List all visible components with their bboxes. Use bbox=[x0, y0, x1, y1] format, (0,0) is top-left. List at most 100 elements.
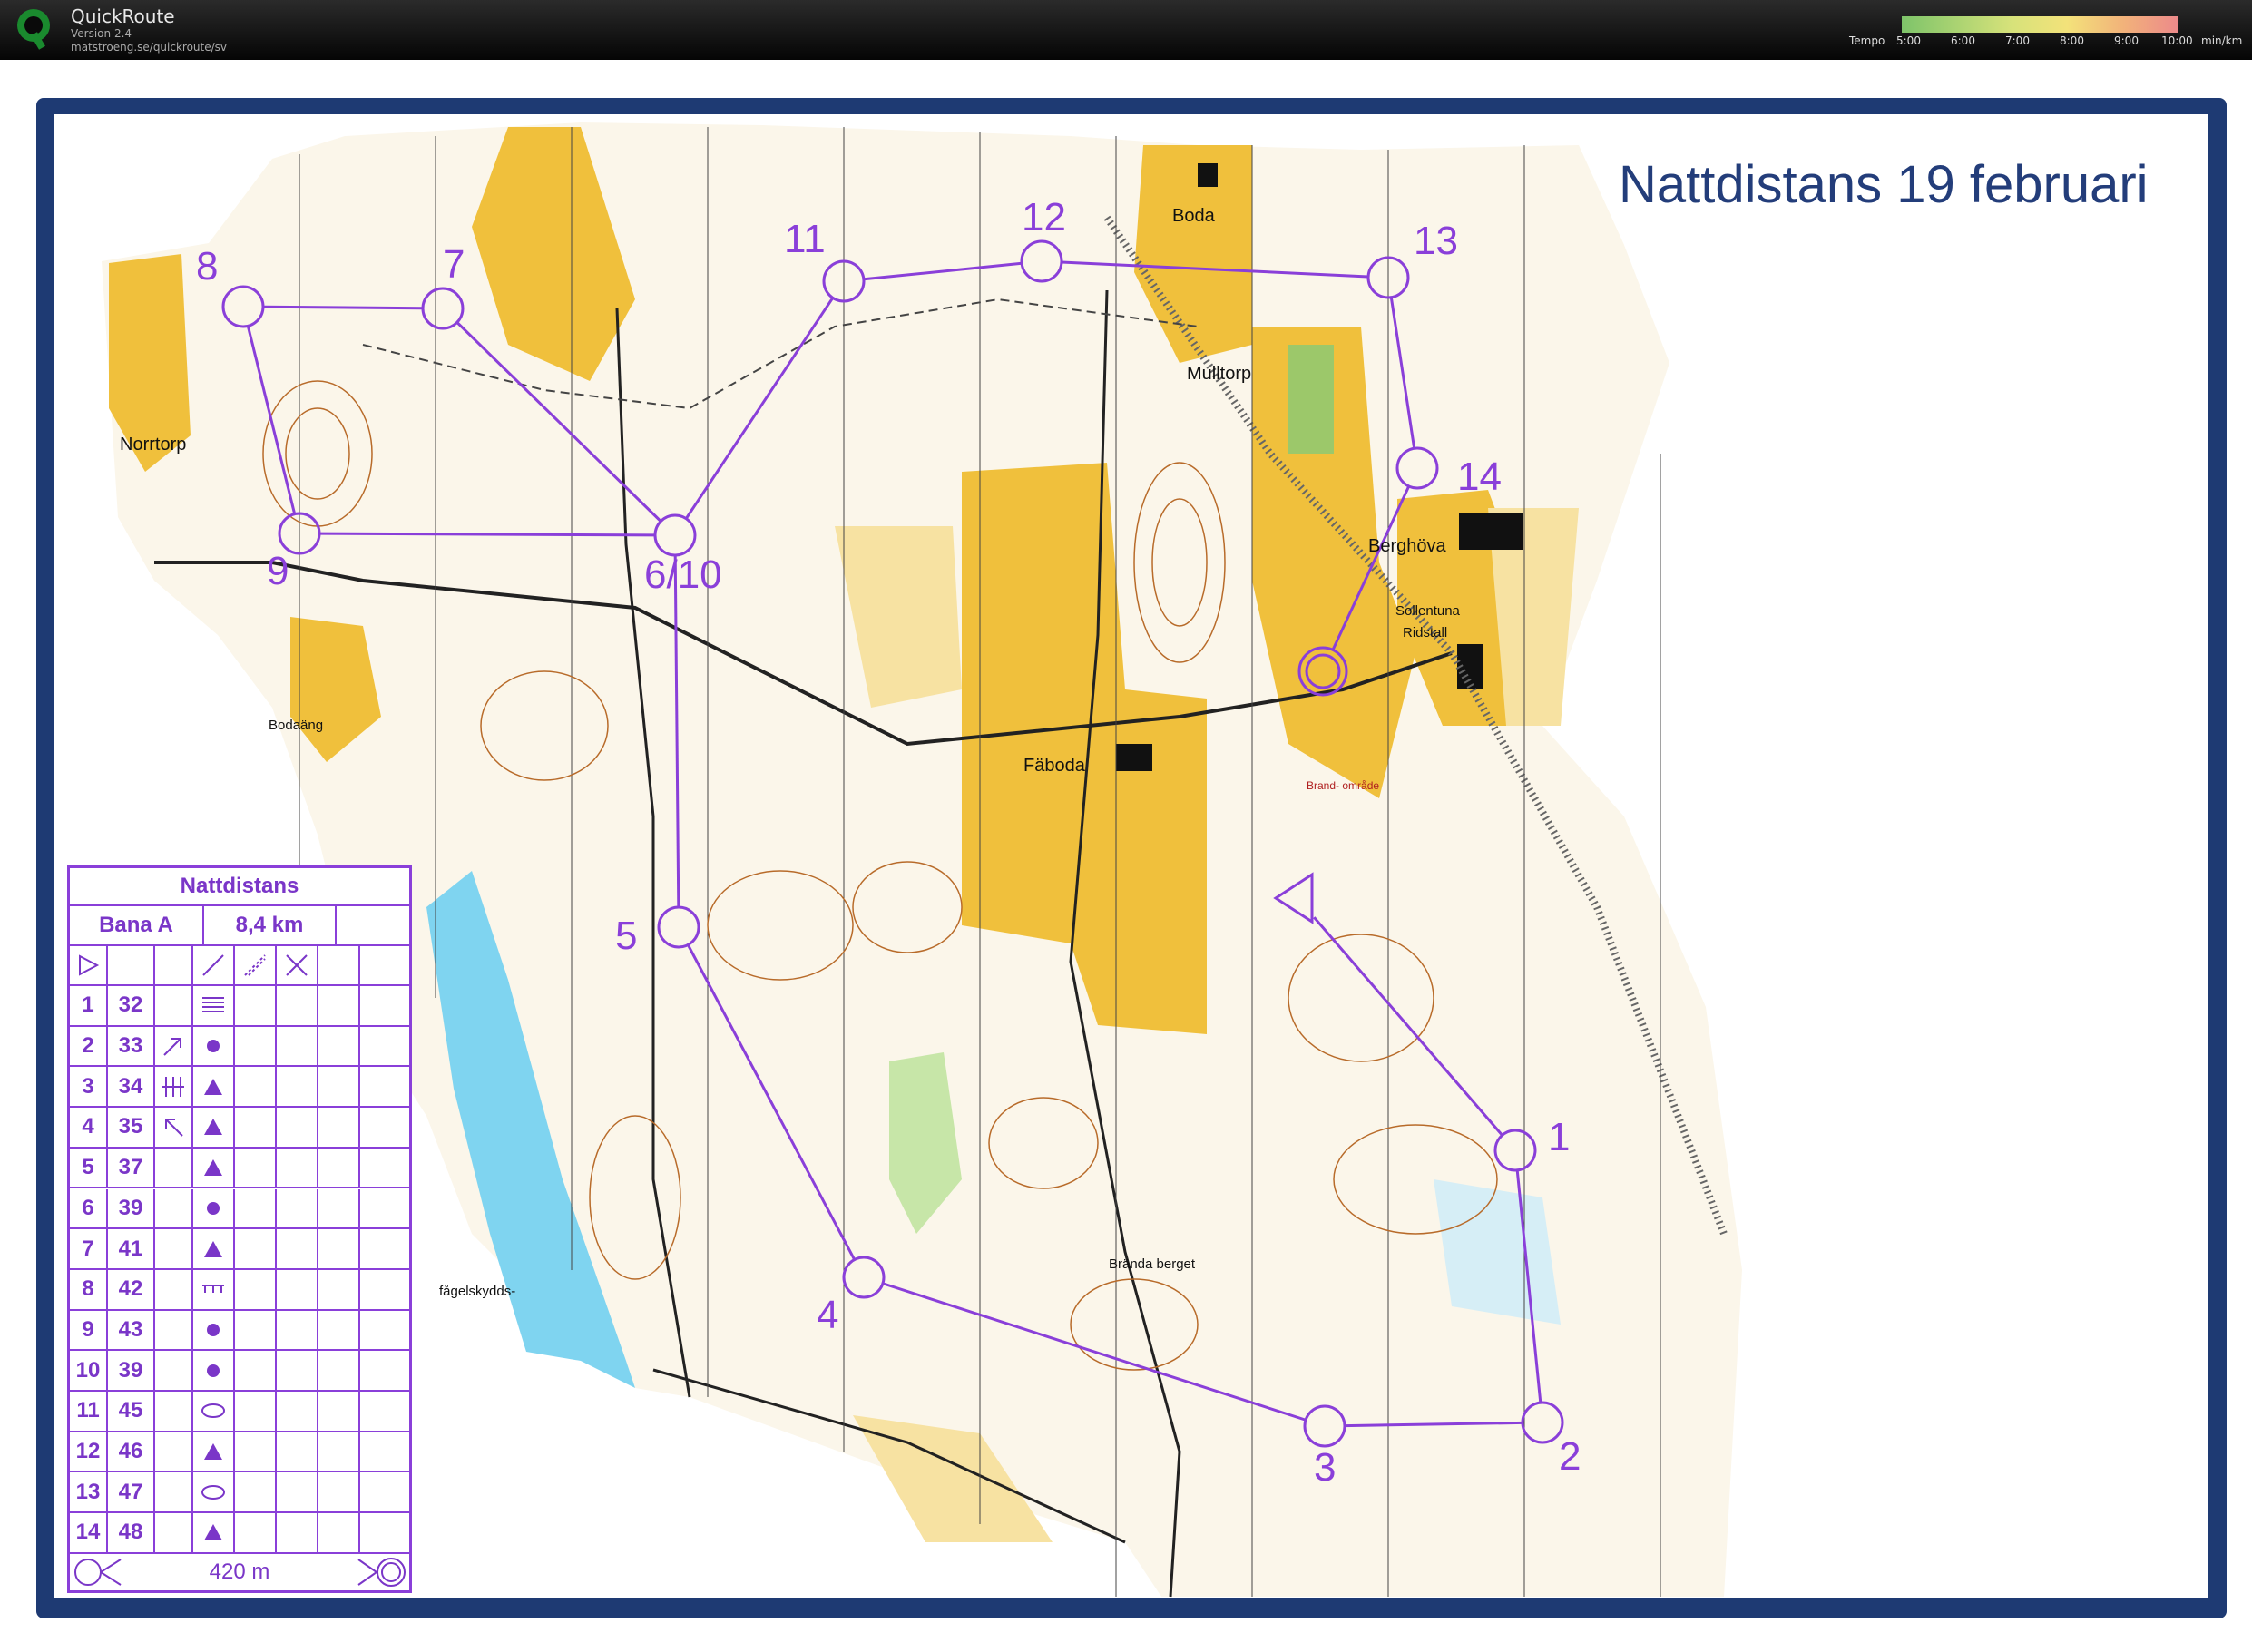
control-code-cell: 45 bbox=[108, 1392, 155, 1431]
desc-empty-cell bbox=[360, 986, 409, 1025]
place-name: Fäboda bbox=[1023, 756, 1086, 776]
desc-empty-cell bbox=[360, 1472, 409, 1511]
desc-empty-cell bbox=[360, 1432, 409, 1471]
desc-empty-cell bbox=[360, 1189, 409, 1228]
desc-empty-cell bbox=[235, 1188, 277, 1228]
control-number: 12 bbox=[1022, 195, 1066, 239]
desc-empty-cell bbox=[277, 1472, 318, 1512]
desc-empty-cell bbox=[318, 1188, 360, 1228]
feature-which-cell bbox=[155, 1310, 193, 1350]
triangle-icon bbox=[193, 1229, 235, 1268]
control-code-cell: 48 bbox=[108, 1513, 155, 1552]
control-code-cell: 41 bbox=[108, 1229, 155, 1268]
desc-empty-cell bbox=[318, 1513, 360, 1552]
feature-which-cell bbox=[155, 986, 193, 1025]
control-number: 14 bbox=[1457, 455, 1502, 499]
feature-which-cell bbox=[155, 1188, 193, 1228]
feature-which-cell bbox=[155, 1067, 193, 1107]
desc-empty-cell bbox=[235, 1432, 277, 1471]
feature-which-cell bbox=[155, 1108, 193, 1147]
feature-which-cell bbox=[155, 1432, 193, 1471]
desc-empty-cell bbox=[318, 1472, 360, 1512]
desc-control-row: 10 39 bbox=[70, 1351, 409, 1392]
desc-control-row: 14 48 bbox=[70, 1513, 409, 1554]
desc-control-row: 4 35 bbox=[70, 1108, 409, 1149]
desc-control-row: 13 47 bbox=[70, 1472, 409, 1514]
desc-empty-cell bbox=[318, 986, 360, 1025]
desc-empty-cell bbox=[277, 1392, 318, 1431]
finish-icon bbox=[355, 1554, 409, 1590]
place-name: Brända berget bbox=[1109, 1256, 1196, 1272]
desc-empty-cell bbox=[318, 1148, 360, 1188]
desc-empty-cell bbox=[277, 1108, 318, 1147]
desc-empty-cell bbox=[318, 1432, 360, 1471]
road-crossing-icon bbox=[193, 946, 235, 984]
desc-control-row: 12 46 bbox=[70, 1432, 409, 1473]
finish-start-icon bbox=[70, 1554, 124, 1590]
place-name: Bodaäng bbox=[269, 718, 323, 733]
desc-course: Bana A bbox=[70, 906, 204, 944]
desc-finish-row: 420 m bbox=[70, 1554, 409, 1590]
control-description-sheet: Nattdistans Bana A 8,4 km 1 32 2 33 3 34 4 35 5 3… bbox=[67, 865, 412, 1593]
cross-icon bbox=[277, 946, 318, 984]
desc-empty-cell bbox=[318, 1269, 360, 1309]
control-number: 3 bbox=[1314, 1445, 1336, 1490]
desc-empty-cell bbox=[235, 986, 277, 1025]
finish-distance: 420 m bbox=[209, 1559, 270, 1584]
dot-icon bbox=[193, 1026, 235, 1066]
desc-empty-cell bbox=[277, 986, 318, 1025]
desc-empty-cell bbox=[235, 1067, 277, 1107]
desc-length: 8,4 km bbox=[204, 906, 337, 944]
desc-empty-cell bbox=[277, 1432, 318, 1471]
desc-empty-cell bbox=[360, 1513, 409, 1552]
place-name: Brand- område bbox=[1307, 779, 1379, 792]
triangle-icon bbox=[193, 1432, 235, 1471]
desc-control-row: 8 42 bbox=[70, 1269, 409, 1311]
desc-empty-cell bbox=[277, 1269, 318, 1309]
desc-empty-cell bbox=[277, 1229, 318, 1268]
desc-empty-cell bbox=[318, 1392, 360, 1431]
desc-empty-cell bbox=[235, 1269, 277, 1309]
control-number: 2 bbox=[1559, 1434, 1581, 1479]
feature-which-cell bbox=[155, 1269, 193, 1309]
control-code-cell: 32 bbox=[108, 986, 155, 1025]
desc-empty-cell bbox=[318, 1067, 360, 1107]
control-number-cell: 5 bbox=[70, 1148, 108, 1188]
desc-empty-cell bbox=[360, 1311, 409, 1350]
place-name: Berghöva bbox=[1368, 536, 1446, 556]
building bbox=[1116, 744, 1152, 771]
desc-empty bbox=[337, 906, 409, 944]
place-name: Boda bbox=[1172, 206, 1216, 226]
control-code-cell: 42 bbox=[108, 1269, 155, 1309]
start-triangle-icon bbox=[70, 946, 108, 984]
desc-course-row: Bana A 8,4 km bbox=[70, 906, 409, 946]
control-number-cell: 11 bbox=[70, 1392, 108, 1431]
control-code-cell: 37 bbox=[108, 1148, 155, 1188]
feature-which-cell bbox=[155, 1229, 193, 1268]
desc-empty-cell bbox=[235, 1472, 277, 1512]
desc-empty-cell bbox=[360, 1067, 409, 1106]
path-crossing-icon bbox=[235, 946, 277, 984]
control-number-cell: 6 bbox=[70, 1188, 108, 1228]
lines-icon bbox=[193, 986, 235, 1025]
desc-empty-cell bbox=[360, 1027, 409, 1066]
control-number-cell: 9 bbox=[70, 1310, 108, 1350]
desc-empty-cell bbox=[235, 1026, 277, 1066]
place-name: Ridstall bbox=[1403, 625, 1447, 640]
control-number: 13 bbox=[1414, 219, 1458, 263]
desc-empty-cell bbox=[360, 1229, 409, 1268]
dot-icon bbox=[193, 1310, 235, 1350]
control-number-cell: 4 bbox=[70, 1108, 108, 1147]
desc-empty-cell bbox=[277, 1067, 318, 1107]
course-leg bbox=[262, 305, 424, 310]
triangle-icon bbox=[193, 1108, 235, 1147]
desc-empty-cell bbox=[277, 1148, 318, 1188]
control-number-cell: 14 bbox=[70, 1513, 108, 1552]
control-number-cell: 12 bbox=[70, 1432, 108, 1471]
desc-title: Nattdistans bbox=[180, 874, 299, 898]
control-number-cell: 3 bbox=[70, 1067, 108, 1107]
feature-which-cell bbox=[155, 1351, 193, 1390]
desc-empty-cell bbox=[277, 1351, 318, 1390]
desc-empty-cell bbox=[360, 1108, 409, 1147]
desc-empty-cell bbox=[318, 1026, 360, 1066]
